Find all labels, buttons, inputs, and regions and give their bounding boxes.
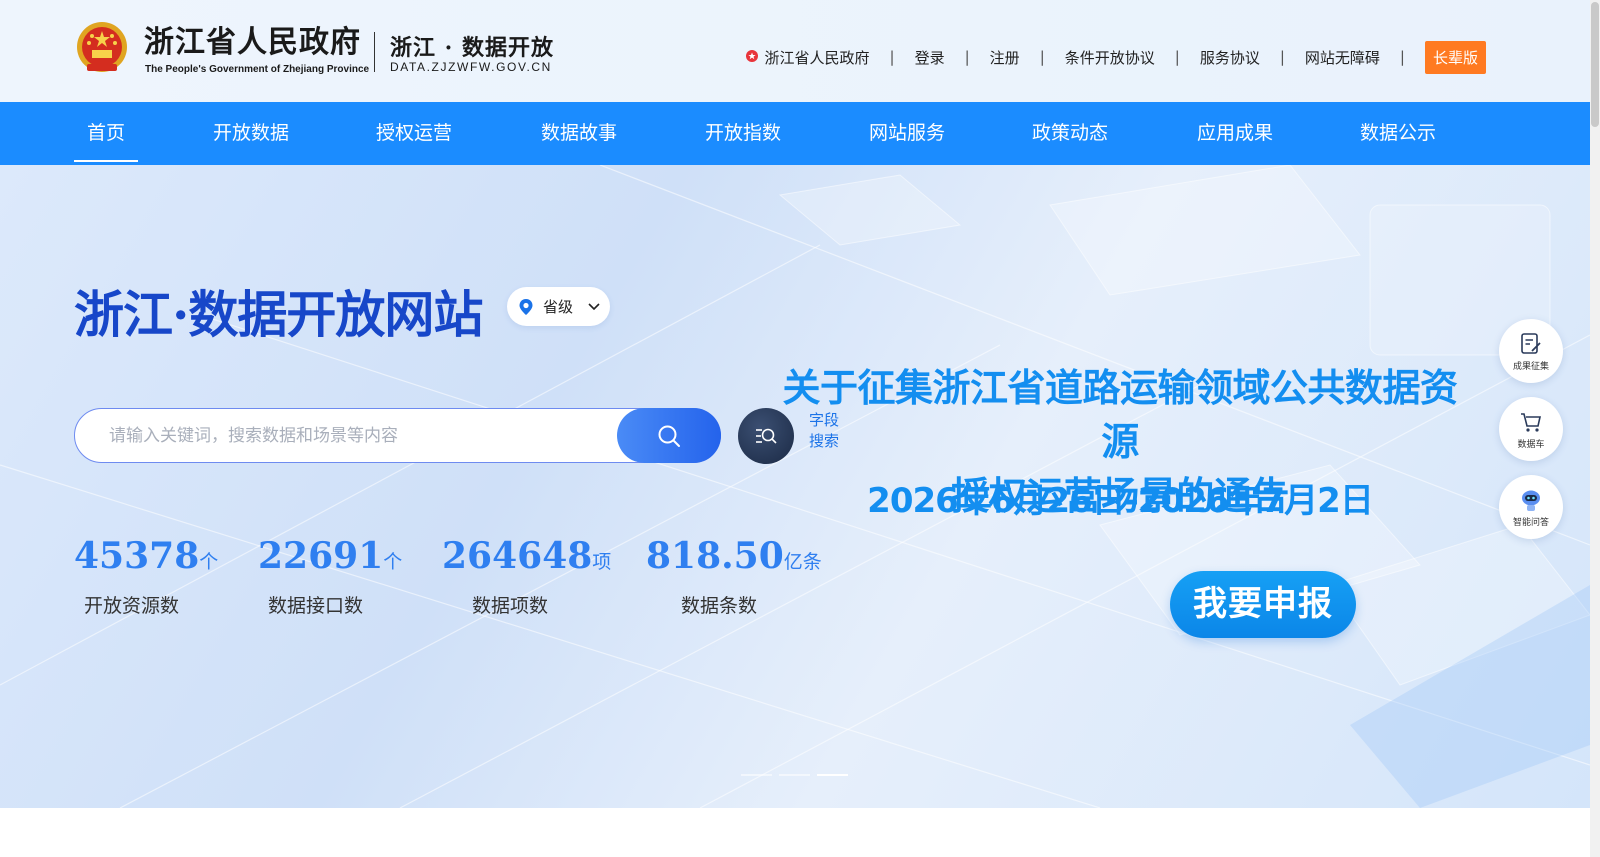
stat-value: 818.50: [646, 535, 784, 577]
gov-portal-link[interactable]: 浙江省人民政府: [765, 47, 870, 68]
link-separator: |: [1174, 48, 1180, 66]
link-separator: |: [1039, 48, 1045, 66]
search-input[interactable]: [109, 409, 609, 462]
register-link[interactable]: 注册: [990, 47, 1020, 68]
carousel-dot[interactable]: [741, 774, 772, 776]
stat-data-items: 264648项: [442, 535, 611, 577]
gov-name-cn: 浙江省人民政府: [144, 25, 361, 60]
cart-icon: [1521, 412, 1541, 432]
stat-value: 22691: [258, 535, 384, 577]
carousel-indicators: [741, 774, 848, 776]
stat-unit: 个: [199, 551, 219, 573]
side-tool-label: 智能问答: [1512, 517, 1549, 528]
stat-unit: 个: [383, 551, 403, 573]
stat-value: 264648: [442, 535, 593, 577]
carousel-dot-active[interactable]: [817, 774, 848, 776]
notice-date-range: 2026年6月26日-2026年7月2日: [867, 481, 1374, 521]
field-search-icon: [756, 428, 777, 444]
nav-item-authorized-operation[interactable]: 授权运营: [363, 102, 465, 165]
apply-button[interactable]: 我要申报: [1170, 571, 1356, 638]
stat-label: 数据接口数: [268, 595, 364, 617]
page-scrollbar[interactable]: [1590, 0, 1600, 857]
chevron-down-icon: [588, 302, 600, 310]
nav-item-data-publicity[interactable]: 数据公示: [1347, 102, 1449, 165]
notice-title-line1: 关于征集浙江省道路运输领域公共数据资源: [782, 366, 1458, 464]
gov-name-en: The People's Government of Zhejiang Prov…: [145, 64, 370, 75]
nav-item-policy-news[interactable]: 政策动态: [1019, 102, 1121, 165]
accessibility-link[interactable]: 网站无障碍: [1305, 47, 1380, 68]
stat-label: 开放资源数: [84, 595, 180, 617]
nav-item-data-stories[interactable]: 数据故事: [528, 102, 630, 165]
hero-banner: 浙江·数据开放网站 省级 字段搜索 45378个 开放: [0, 165, 1590, 808]
gov-star-icon: [745, 50, 758, 62]
link-separator: |: [1279, 48, 1285, 66]
national-emblem-icon: [77, 22, 127, 72]
main-nav: 首页 开放数据 授权运营 数据故事 开放指数 网站服务 政策动态 应用成果 数据…: [0, 102, 1590, 165]
site-name[interactable]: 浙江 · 数据开放: [390, 30, 554, 62]
region-selector[interactable]: 省级: [507, 287, 610, 326]
link-separator: |: [964, 48, 970, 66]
stat-data-records: 818.50亿条: [646, 535, 822, 577]
edit-document-icon: [1521, 332, 1541, 354]
search-button[interactable]: [617, 408, 721, 463]
side-tool-label: 成果征集: [1512, 361, 1549, 372]
nav-item-home[interactable]: 首页: [74, 102, 138, 165]
carousel-dot[interactable]: [779, 774, 810, 776]
login-link[interactable]: 登录: [915, 47, 945, 68]
search-icon: [658, 425, 680, 447]
search-box: [74, 408, 721, 463]
stat-open-resources: 45378个: [74, 535, 218, 577]
top-links: 浙江省人民政府 | 登录 | 注册 | 条件开放协议 | 服务协议 | 网站无障…: [745, 40, 1486, 74]
link-separator: |: [889, 48, 895, 66]
stat-unit: 项: [592, 551, 612, 573]
robot-icon: [1522, 490, 1540, 511]
side-tool-data-cart[interactable]: 数据车: [1499, 397, 1563, 461]
elder-mode-button[interactable]: 长辈版: [1424, 40, 1486, 74]
logo-divider: [374, 32, 375, 72]
content-area: [0, 808, 1590, 857]
location-pin-icon: [519, 298, 533, 315]
nav-item-open-index[interactable]: 开放指数: [692, 102, 794, 165]
region-selector-label: 省级: [543, 298, 574, 316]
site-url: DATA.ZJZWFW.GOV.CN: [390, 60, 552, 74]
stat-data-apis: 22691个: [258, 535, 402, 577]
site-header: 浙江省人民政府 The People's Government of Zheji…: [0, 0, 1590, 102]
side-tool-achievement-collection[interactable]: 成果征集: [1499, 319, 1563, 383]
side-tool-smart-qa[interactable]: 智能问答: [1499, 475, 1563, 539]
stat-label: 数据条数: [681, 595, 758, 617]
conditional-agreement-link[interactable]: 条件开放协议: [1065, 47, 1155, 68]
service-agreement-link[interactable]: 服务协议: [1200, 47, 1260, 68]
stat-unit: 亿条: [783, 551, 822, 573]
side-tool-label: 数据车: [1517, 439, 1545, 450]
stat-label: 数据项数: [472, 595, 549, 617]
nav-item-applications[interactable]: 应用成果: [1184, 102, 1286, 165]
nav-item-open-data[interactable]: 开放数据: [200, 102, 302, 165]
hero-title: 浙江·数据开放网站: [74, 285, 483, 344]
nav-item-site-services[interactable]: 网站服务: [856, 102, 958, 165]
stat-value: 45378: [74, 535, 200, 577]
scrollbar-thumb[interactable]: [1591, 2, 1599, 127]
link-separator: |: [1399, 48, 1405, 66]
